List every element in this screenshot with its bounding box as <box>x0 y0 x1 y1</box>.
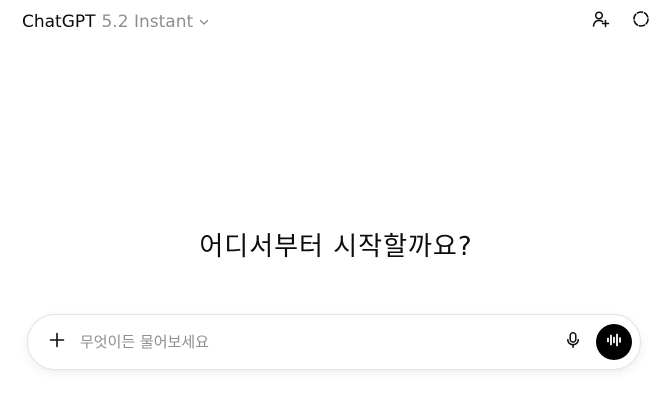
page-title: 어디서부터 시작할까요? <box>199 232 473 262</box>
top-bar: ChatGPT 5.2 Instant <box>0 0 672 44</box>
voice-mode-button[interactable] <box>596 324 632 360</box>
attach-button[interactable] <box>44 329 70 355</box>
add-person-icon <box>591 9 611 33</box>
model-switcher-button[interactable]: ChatGPT 5.2 Instant <box>14 8 218 36</box>
share-add-people-button[interactable] <box>588 8 614 34</box>
temporary-chat-icon <box>631 9 651 33</box>
plus-icon <box>48 331 66 353</box>
model-version: 5.2 Instant <box>101 12 194 32</box>
dictate-button[interactable] <box>560 329 586 355</box>
prompt-composer <box>27 314 641 370</box>
voice-waveform-icon <box>605 331 623 353</box>
chevron-down-icon <box>198 16 210 28</box>
temporary-chat-button[interactable] <box>628 8 654 34</box>
prompt-input[interactable] <box>80 329 500 355</box>
model-name: ChatGPT <box>22 12 96 32</box>
microphone-icon <box>564 331 582 353</box>
chatgpt-home: ChatGPT 5.2 Instant 어디서부터 시작할까요? 무엇이든 물어… <box>0 0 672 415</box>
